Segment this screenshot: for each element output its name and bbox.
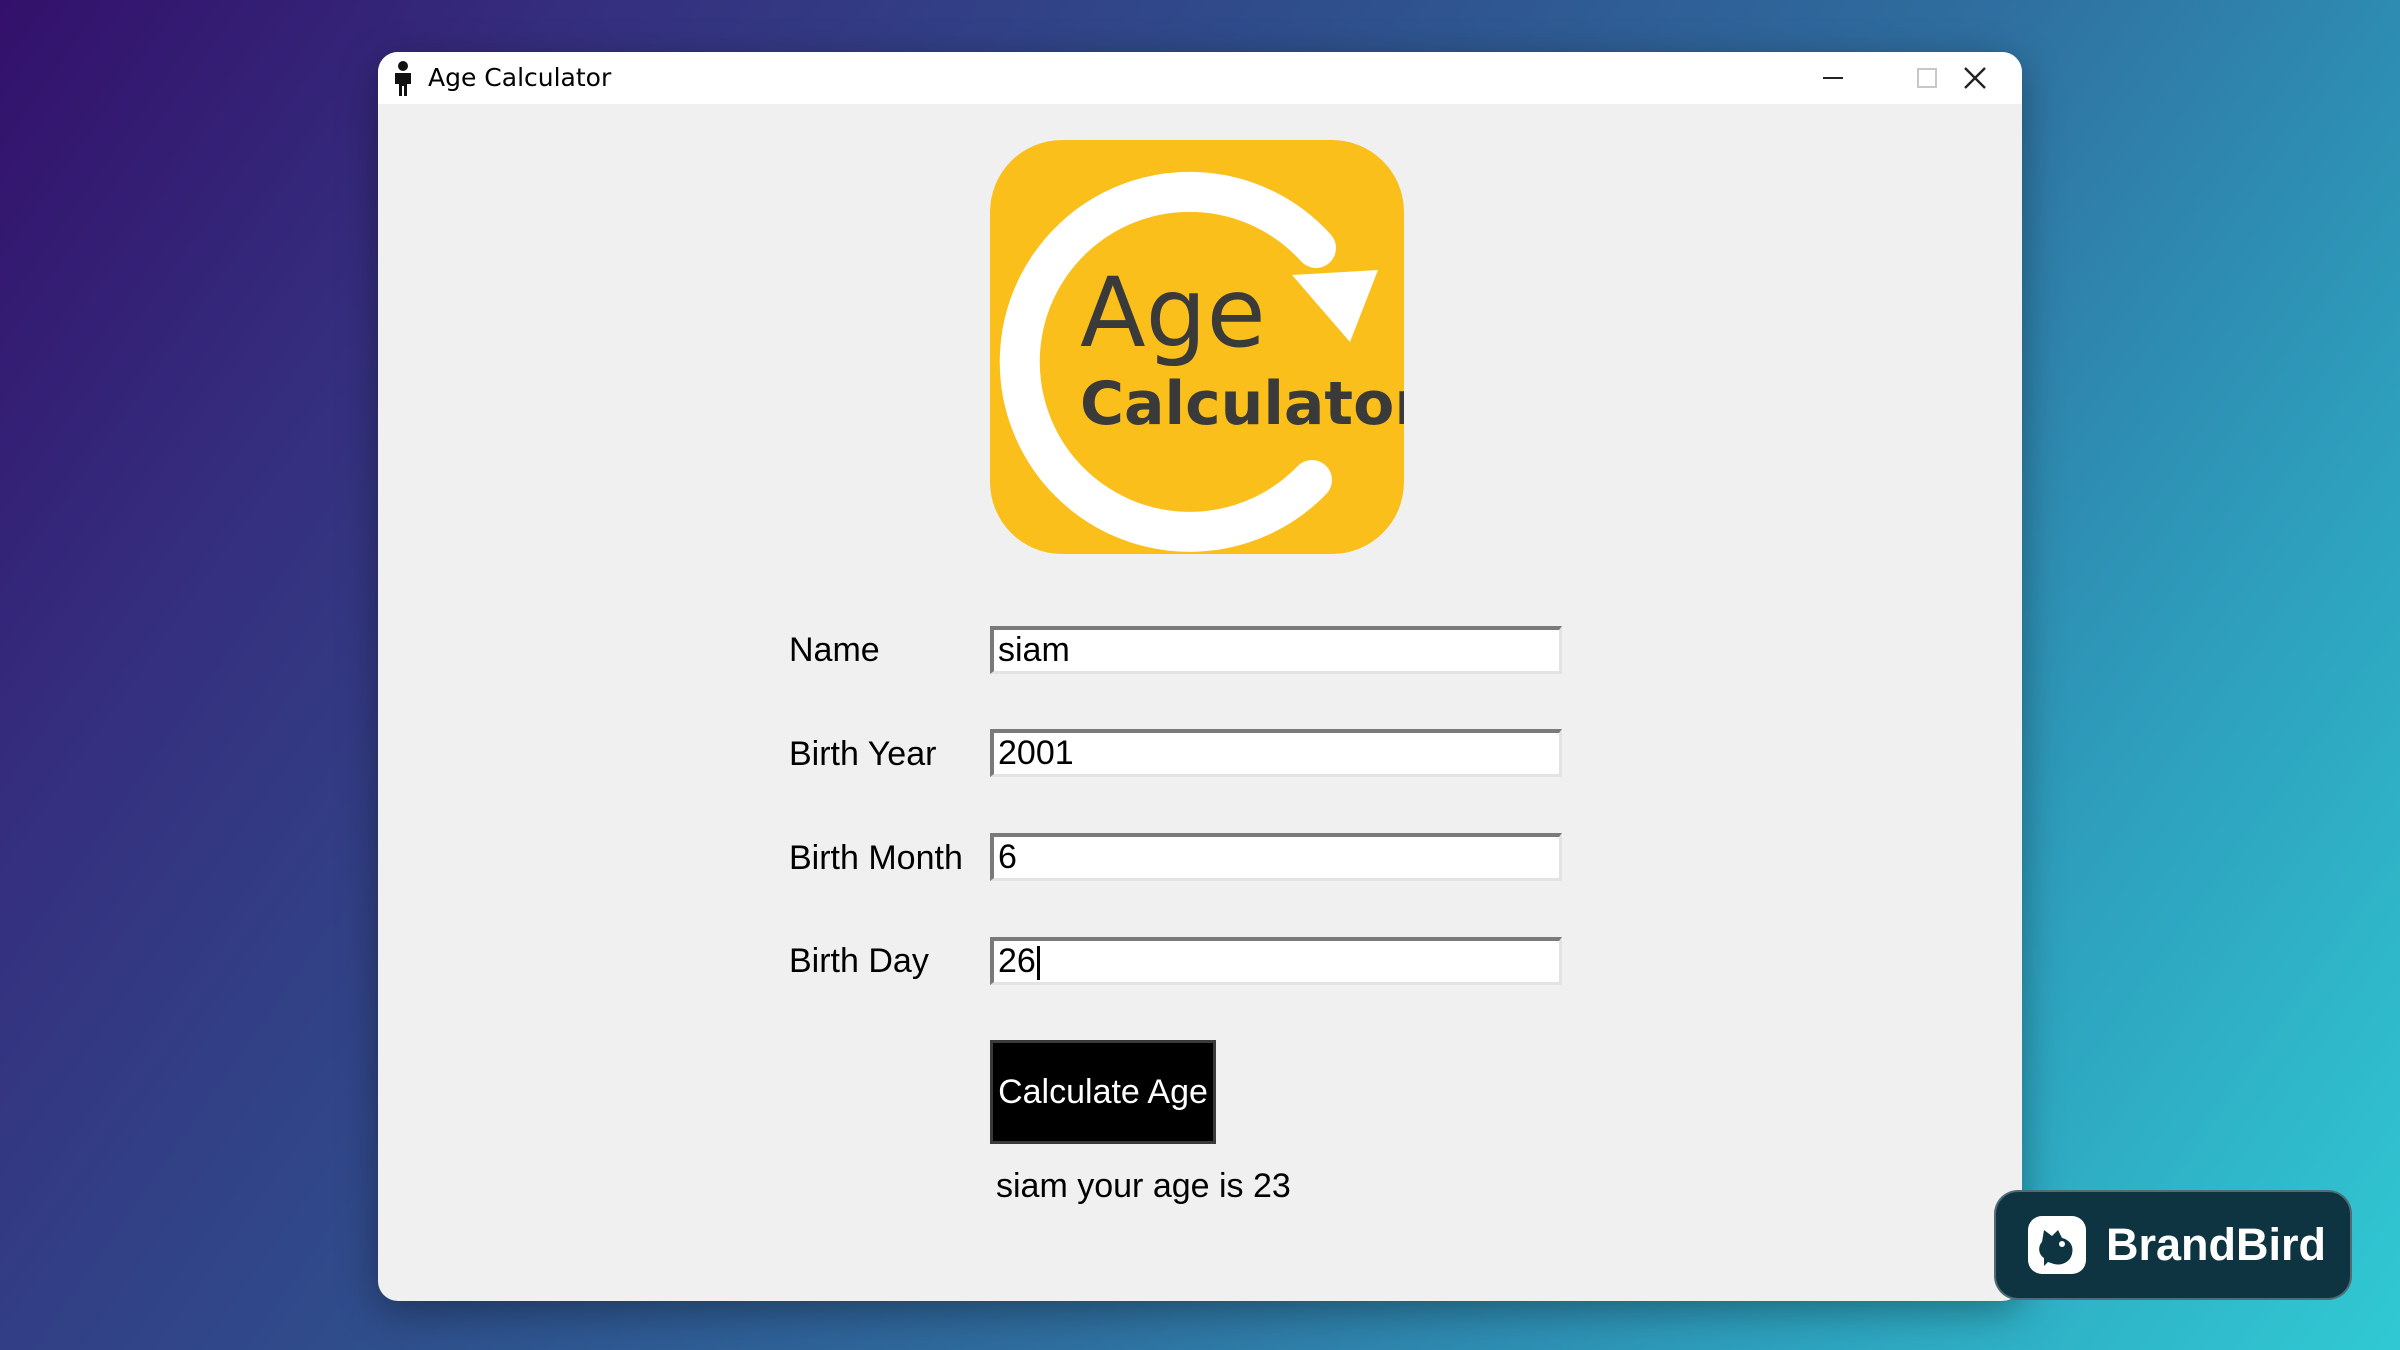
minimize-button[interactable]: [1788, 52, 1878, 104]
birth-month-input[interactable]: 6: [990, 833, 1562, 881]
birth-month-label: Birth Month: [789, 839, 963, 877]
age-calculator-logo: Age Calculator: [990, 140, 1404, 554]
age-result-text: siam your age is 23: [996, 1167, 1291, 1205]
minimize-icon: [1823, 77, 1843, 79]
birth-year-input-value: 2001: [998, 734, 1074, 772]
name-input[interactable]: siam: [990, 626, 1562, 674]
birth-year-label: Birth Year: [789, 735, 937, 773]
brandbird-label: BrandBird: [2106, 1219, 2327, 1270]
birth-day-label: Birth Day: [789, 942, 929, 980]
title-bar: Age Calculator: [378, 52, 2022, 104]
person-icon: [395, 61, 411, 96]
close-button[interactable]: [1928, 52, 2022, 104]
age-calculator-window: Age Calculator Age Calculator Name siam …: [378, 52, 2022, 1301]
close-icon: [1964, 67, 1986, 89]
name-label: Name: [789, 631, 880, 669]
name-input-value: siam: [998, 631, 1070, 669]
birth-year-input[interactable]: 2001: [990, 729, 1562, 777]
birth-month-input-value: 6: [998, 838, 1017, 876]
brandbird-icon: [2028, 1216, 2086, 1274]
brandbird-watermark: BrandBird: [1994, 1190, 2352, 1300]
logo-text-age: Age: [1080, 257, 1266, 369]
text-cursor: [1036, 946, 1040, 981]
window-title: Age Calculator: [428, 63, 612, 92]
calculate-age-button[interactable]: Calculate Age: [990, 1040, 1216, 1144]
birth-day-input-value: 26: [998, 942, 1036, 980]
birth-day-input[interactable]: 26: [990, 937, 1562, 985]
logo-text-calculator: Calculator: [1080, 369, 1404, 439]
